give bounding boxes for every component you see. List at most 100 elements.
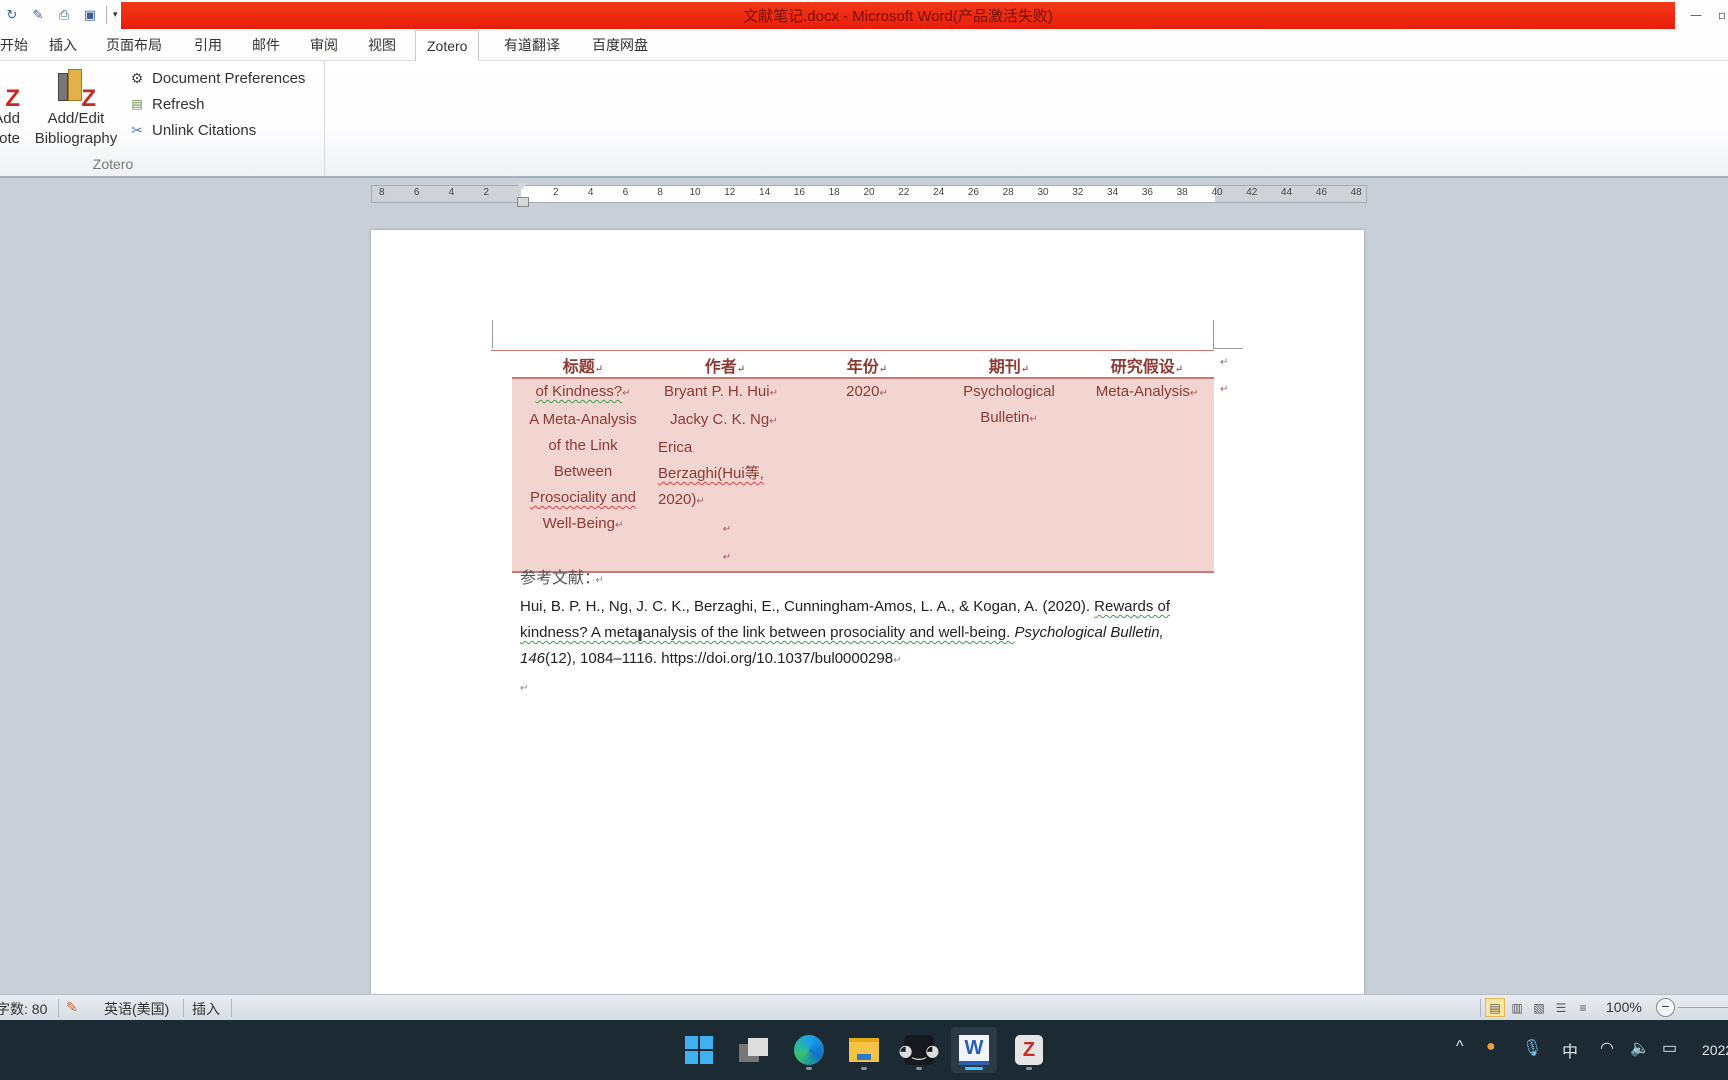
ruler-tick: 14 bbox=[759, 187, 771, 198]
ruler-tick: 12 bbox=[724, 187, 736, 198]
full-screen-reading-view-button[interactable]: ▥ bbox=[1507, 998, 1527, 1017]
taskbar-zotero[interactable]: Z bbox=[1006, 1027, 1052, 1073]
cell-title[interactable]: of Kindness?↵ A Meta-Analysis of the Lin… bbox=[512, 378, 654, 573]
ruler-tick: 8 bbox=[657, 187, 663, 198]
start-button[interactable] bbox=[676, 1027, 722, 1073]
word-count[interactable]: 字数: 80 bbox=[0, 999, 47, 1019]
print-layout-view-button[interactable]: ▤ bbox=[1485, 998, 1505, 1017]
text-boundary-corner bbox=[492, 320, 493, 348]
taskbar-file-explorer[interactable] bbox=[841, 1027, 887, 1073]
minimize-icon[interactable]: — bbox=[1690, 8, 1702, 22]
reference-title: kindness? A meta-analysis of the link be… bbox=[520, 624, 1015, 641]
cell-year[interactable]: 2020↵ bbox=[796, 378, 938, 573]
ruler-tick: 26 bbox=[967, 187, 979, 198]
spellcheck-icon[interactable]: ✎ bbox=[28, 6, 48, 24]
tab-mailings[interactable]: 邮件 bbox=[252, 36, 280, 61]
tab-zotero[interactable]: Zotero bbox=[415, 30, 480, 62]
redo-icon[interactable]: ↻ bbox=[2, 6, 22, 24]
taskbar-bilibili[interactable]: ◕‿◕ bbox=[896, 1027, 942, 1073]
indent-marker[interactable] bbox=[517, 183, 529, 207]
zotero-group: Z Add Note Z Add/Edit Bibliography ⚙ Doc… bbox=[0, 61, 325, 176]
zoom-out-button[interactable]: − bbox=[1656, 998, 1675, 1017]
qq-icon[interactable]: ● bbox=[1486, 1038, 1496, 1056]
ruler-tick: 22 bbox=[898, 187, 910, 198]
row-end-mark: ↵ bbox=[1220, 384, 1229, 395]
year-value: 2020 bbox=[846, 383, 880, 400]
cell-journal[interactable]: Psychological Bulletin↵ bbox=[938, 378, 1080, 573]
tab-home[interactable]: 开始 bbox=[0, 36, 28, 61]
text-boundary-corner bbox=[1213, 320, 1214, 348]
ruler-tick: 4 bbox=[587, 187, 594, 198]
author-line: Jacky C. K. Ng bbox=[670, 411, 770, 428]
maximize-icon[interactable]: ▫ bbox=[1718, 8, 1726, 22]
task-view-icon bbox=[739, 1038, 769, 1062]
header-title[interactable]: 标题↵ bbox=[512, 352, 654, 379]
header-year[interactable]: 年份↵ bbox=[796, 352, 938, 379]
draft-view-button[interactable]: ≡ bbox=[1573, 998, 1593, 1017]
tab-page-layout[interactable]: 页面布局 bbox=[106, 36, 162, 61]
wifi-icon[interactable]: ◠ bbox=[1600, 1038, 1614, 1058]
title-line: of Kindness? bbox=[535, 383, 623, 400]
show-hidden-icons-chevron[interactable]: ^ bbox=[1456, 1038, 1464, 1056]
clock[interactable]: 2022 bbox=[1702, 1042, 1728, 1058]
reference-entry[interactable]: Hui, B. P. H., Ng, J. C. K., Berzaghi, E… bbox=[520, 594, 1220, 674]
tab-review[interactable]: 审阅 bbox=[310, 36, 338, 61]
ruler-tick: 4 bbox=[448, 187, 455, 198]
bibliography-icon: Z bbox=[56, 67, 96, 111]
ime-indicator[interactable]: 中 bbox=[1562, 1038, 1578, 1062]
tab-view[interactable]: 视图 bbox=[368, 36, 396, 61]
volume-icon[interactable]: 🔈 bbox=[1630, 1038, 1650, 1058]
task-view-button[interactable] bbox=[731, 1027, 777, 1073]
language-indicator[interactable]: 英语(美国) bbox=[104, 999, 169, 1019]
refresh-button[interactable]: ▤ Refresh bbox=[128, 91, 305, 117]
insert-mode-indicator[interactable]: 插入 bbox=[192, 999, 220, 1019]
microphone-icon[interactable]: 🎙 bbox=[1522, 1038, 1542, 1058]
customize-qat-dropdown[interactable]: ▾ bbox=[113, 10, 118, 20]
tab-references[interactable]: 引用 bbox=[194, 36, 222, 61]
proofing-icon[interactable]: ✎ bbox=[66, 999, 78, 1016]
literature-notes-table[interactable]: 标题↵ 作者↵ 年份↵ 期刊↵ 研究假设↵ of Kindness?↵ A Me… bbox=[512, 352, 1214, 573]
outline-view-button[interactable]: ☰ bbox=[1551, 998, 1571, 1017]
add-edit-bibliography-label-2: Bibliography bbox=[34, 130, 118, 147]
ruler-tick: 44 bbox=[1281, 187, 1293, 198]
battery-icon[interactable]: ▭ bbox=[1662, 1038, 1677, 1058]
taskbar-word[interactable]: W bbox=[951, 1027, 997, 1073]
taskbar-edge[interactable] bbox=[786, 1027, 832, 1073]
ruler-tick: 42 bbox=[1246, 187, 1258, 198]
print-icon[interactable]: ⎙ bbox=[54, 6, 74, 24]
title-line: of the Link bbox=[548, 437, 618, 454]
references-section[interactable]: 参考文献：·↵ Hui, B. P. H., Ng, J. C. K., Ber… bbox=[520, 565, 1220, 702]
ruler-tick: 8 bbox=[379, 187, 385, 198]
document-page[interactable]: 标题↵ 作者↵ 年份↵ 期刊↵ 研究假设↵ of Kindness?↵ A Me… bbox=[371, 230, 1364, 994]
document-preferences-button[interactable]: ⚙ Document Preferences bbox=[128, 65, 306, 91]
ruler-tick: 2 bbox=[483, 187, 489, 198]
header-journal[interactable]: 期刊↵ bbox=[938, 352, 1080, 379]
web-layout-view-button[interactable]: ▧ bbox=[1529, 998, 1549, 1017]
unlink-citations-button[interactable]: ✂ Unlink Citations bbox=[128, 117, 305, 143]
print-preview-icon[interactable]: ▣ bbox=[80, 6, 100, 24]
ruler-tick: 40 bbox=[1211, 187, 1223, 198]
author-line: 2020) bbox=[658, 491, 697, 508]
tab-baidu-netdisk[interactable]: 百度网盘 bbox=[592, 36, 648, 61]
tab-insert[interactable]: 插入 bbox=[49, 36, 77, 61]
taskbar: ◕‿◕ W Z ^ ● 🎙 中 ◠ 🔈 ▭ 2022 bbox=[0, 1020, 1728, 1080]
header-author[interactable]: 作者↵ bbox=[654, 352, 796, 379]
reference-title-start: Rewards of bbox=[1094, 598, 1171, 615]
horizontal-ruler[interactable]: 8 6 4 2 2 4 6 8 10 12 14 16 18 20 22 24 26 28 30 32 34 36 38 40… bbox=[371, 183, 1367, 207]
cell-author[interactable]: Bryant P. H. Hui↵ Jacky C. K. Ng↵ Erica … bbox=[654, 378, 796, 573]
add-note-button[interactable]: Z Add Note bbox=[0, 67, 20, 149]
author-line: Bryant P. H. Hui bbox=[664, 383, 770, 400]
add-edit-bibliography-button[interactable]: Z Add/Edit Bibliography bbox=[30, 67, 122, 149]
refresh-label: Refresh bbox=[152, 95, 205, 113]
header-hypothesis[interactable]: 研究假设↵ bbox=[1080, 352, 1214, 379]
zoom-level[interactable]: 100% bbox=[1606, 999, 1642, 1015]
bilibili-icon: ◕‿◕ bbox=[899, 1035, 939, 1065]
ruler-tick: 18 bbox=[828, 187, 840, 198]
add-edit-bibliography-label-1: Add/Edit bbox=[47, 110, 105, 127]
reference-issue-pages-doi: (12), 1084–1116. https://doi.org/10.1037… bbox=[545, 650, 894, 667]
text-cursor-ibeam: I bbox=[637, 626, 643, 645]
cell-hypothesis[interactable]: Meta-Analysis↵ bbox=[1080, 378, 1214, 573]
tab-youdao-translate[interactable]: 有道翻译 bbox=[504, 36, 560, 61]
zoom-slider[interactable] bbox=[1678, 1007, 1728, 1008]
table-row: of Kindness?↵ A Meta-Analysis of the Lin… bbox=[512, 378, 1214, 573]
